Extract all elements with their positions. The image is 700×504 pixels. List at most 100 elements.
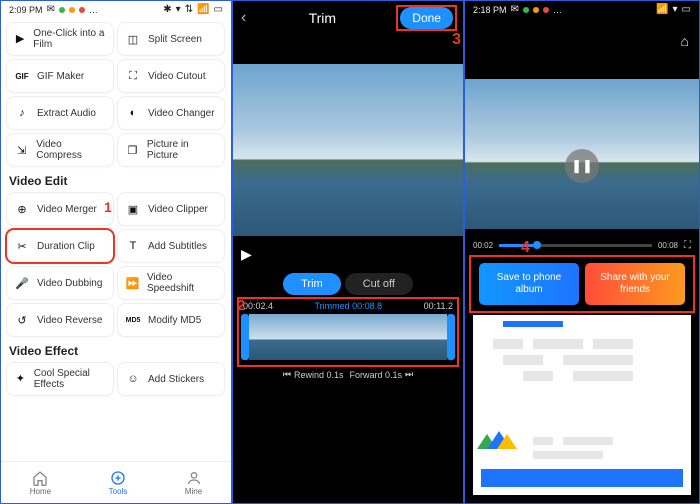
- tool-label: Duration Clip: [37, 241, 95, 252]
- dot-icon: [69, 7, 75, 13]
- nav-label: Home: [30, 487, 51, 496]
- share-with-friends-button[interactable]: Share with your friends: [585, 263, 685, 305]
- sparkle-icon: ✦: [13, 370, 28, 388]
- tool-label: Video Dubbing: [37, 278, 102, 289]
- time-end: 00:11.2: [424, 301, 453, 311]
- thumb: [249, 314, 299, 360]
- more-icon: …: [89, 5, 98, 15]
- video-frame: [233, 64, 463, 236]
- tool-video-compress[interactable]: ⇲ Video Compress: [7, 134, 113, 166]
- tool-video-changer[interactable]: ◐ Video Changer: [118, 97, 224, 129]
- play-button[interactable]: ▶: [241, 246, 252, 263]
- signal-icon: 📶: [197, 5, 209, 15]
- md5-icon: MD5: [124, 311, 142, 329]
- rewind-label: Rewind 0.1s: [294, 370, 344, 380]
- bottom-nav: Home Tools Mine: [1, 461, 231, 503]
- user-icon: [186, 470, 202, 486]
- compress-icon: ⇲: [13, 141, 30, 159]
- tool-video-clipper[interactable]: ▣ Video Clipper 1: [118, 193, 224, 225]
- tool-video-speedshift[interactable]: ⏩ Video Speedshift: [118, 267, 224, 299]
- home-icon[interactable]: ⌂: [681, 33, 689, 49]
- tool-add-subtitles[interactable]: T Add Subtitles: [118, 230, 224, 262]
- tool-add-stickers[interactable]: ☺ Add Stickers: [118, 363, 224, 395]
- tool-video-reverse[interactable]: ↺ Video Reverse: [7, 304, 113, 336]
- home-icon: [32, 470, 48, 486]
- tool-gif-maker[interactable]: GIF GIF Maker: [7, 60, 113, 92]
- notif-icon: ✉: [511, 5, 519, 15]
- film-icon: ▶: [13, 30, 27, 48]
- mode-cutoff[interactable]: Cut off: [345, 273, 413, 295]
- tool-one-click-film[interactable]: ▶ One-Click into a Film: [7, 23, 113, 55]
- tool-split-screen[interactable]: ◫ Split Screen: [118, 23, 224, 55]
- dot-icon: [523, 7, 529, 13]
- annotation-2-box: 00:02.4 Trimmed 00:08.8 00:11.2: [239, 299, 457, 365]
- data-icon: ⇅: [185, 5, 193, 15]
- tool-label: Add Subtitles: [148, 241, 207, 252]
- progress-row: 00:02 00:08 ⛶: [473, 240, 691, 251]
- time-trimmed: Trimmed 00:08.8: [314, 301, 382, 311]
- dot-icon: [59, 7, 65, 13]
- timeline-thumbs[interactable]: [241, 314, 455, 360]
- gif-icon: GIF: [13, 67, 31, 85]
- fullscreen-icon[interactable]: ⛶: [684, 240, 691, 251]
- panel-trim: ‹ Trim Done 3 ▶ Trim Cut off 2 00:02.4 T…: [233, 1, 465, 503]
- tool-label: Extract Audio: [37, 108, 96, 119]
- tools-scroll[interactable]: ▶ One-Click into a Film ◫ Split Screen G…: [1, 19, 231, 461]
- signal-icon: 📶: [656, 5, 668, 15]
- thumb: [398, 314, 448, 360]
- time-current: 00:02: [473, 241, 493, 250]
- annotation-4-box: 4 Save to phone album Share with your fr…: [471, 257, 693, 311]
- share-sheet[interactable]: [473, 315, 691, 495]
- audio-icon: ♪: [13, 104, 31, 122]
- pip-icon: ❐: [124, 141, 141, 159]
- tool-label: Video Cutout: [148, 71, 206, 82]
- seek-handle[interactable]: [533, 241, 541, 249]
- tool-video-merger[interactable]: ⊕ Video Merger: [7, 193, 113, 225]
- tool-extract-audio[interactable]: ♪ Extract Audio: [7, 97, 113, 129]
- dot-icon: [543, 7, 549, 13]
- status-bar: 2:18 PM ✉ … 📶 ▾ ▭: [465, 1, 699, 19]
- mic-icon: 🎤: [13, 274, 31, 292]
- tool-cool-effects[interactable]: ✦ Cool Special Effects: [7, 363, 113, 395]
- save-to-album-button[interactable]: Save to phone album: [479, 263, 579, 305]
- mode-trim[interactable]: Trim: [283, 273, 341, 295]
- dot-icon: [79, 7, 85, 13]
- nav-mine[interactable]: Mine: [185, 470, 202, 496]
- panel-tools: 2:09 PM ✉ … ✱ ▾ ⇅ 📶 ▭ ▶ One-Click into a…: [1, 1, 233, 503]
- pause-button[interactable]: ❚❚: [565, 149, 599, 183]
- annotation-4: 4: [521, 239, 530, 257]
- done-button[interactable]: Done: [400, 7, 453, 29]
- video-preview[interactable]: ▶: [233, 35, 463, 265]
- tool-label: Add Stickers: [148, 374, 204, 385]
- notif-icon: ✉: [47, 5, 55, 15]
- tool-modify-md5[interactable]: MD5 Modify MD5: [118, 304, 224, 336]
- tool-label: Video Clipper: [148, 204, 208, 215]
- cutout-icon: ⛶: [124, 67, 142, 85]
- nav-label: Tools: [109, 487, 128, 496]
- nav-label: Mine: [185, 487, 202, 496]
- tool-label: Video Compress: [36, 139, 107, 161]
- video-player[interactable]: ⌂ ❚❚ 00:02 00:08 ⛶: [465, 19, 699, 257]
- section-video-edit: Video Edit: [9, 174, 223, 188]
- tool-label: Picture in Picture: [147, 139, 218, 161]
- clock: 2:18 PM: [473, 5, 507, 15]
- trim-handle-left[interactable]: [241, 314, 249, 360]
- subtitles-icon: T: [124, 237, 142, 255]
- forward-button[interactable]: Forward 0.1s ⏭: [350, 369, 414, 380]
- trim-title: Trim: [309, 10, 336, 26]
- speed-icon: ⏩: [124, 274, 141, 292]
- rewind-button[interactable]: ⏮ Rewind 0.1s: [283, 369, 344, 380]
- nav-home[interactable]: Home: [30, 470, 51, 496]
- tool-label: Video Reverse: [37, 315, 102, 326]
- tool-picture-in-picture[interactable]: ❐ Picture in Picture: [118, 134, 224, 166]
- nav-tools[interactable]: Tools: [109, 470, 128, 496]
- bluetooth-icon: ✱: [163, 5, 171, 15]
- tool-video-dubbing[interactable]: 🎤 Video Dubbing: [7, 267, 113, 299]
- back-button[interactable]: ‹: [241, 9, 246, 27]
- changer-icon: ◐: [124, 104, 142, 122]
- trim-handle-right[interactable]: [447, 314, 455, 360]
- forward-label: Forward 0.1s: [350, 370, 403, 380]
- tool-label: Video Merger: [37, 204, 97, 215]
- tool-video-cutout[interactable]: ⛶ Video Cutout: [118, 60, 224, 92]
- tool-duration-clip[interactable]: ✂ Duration Clip: [7, 230, 113, 262]
